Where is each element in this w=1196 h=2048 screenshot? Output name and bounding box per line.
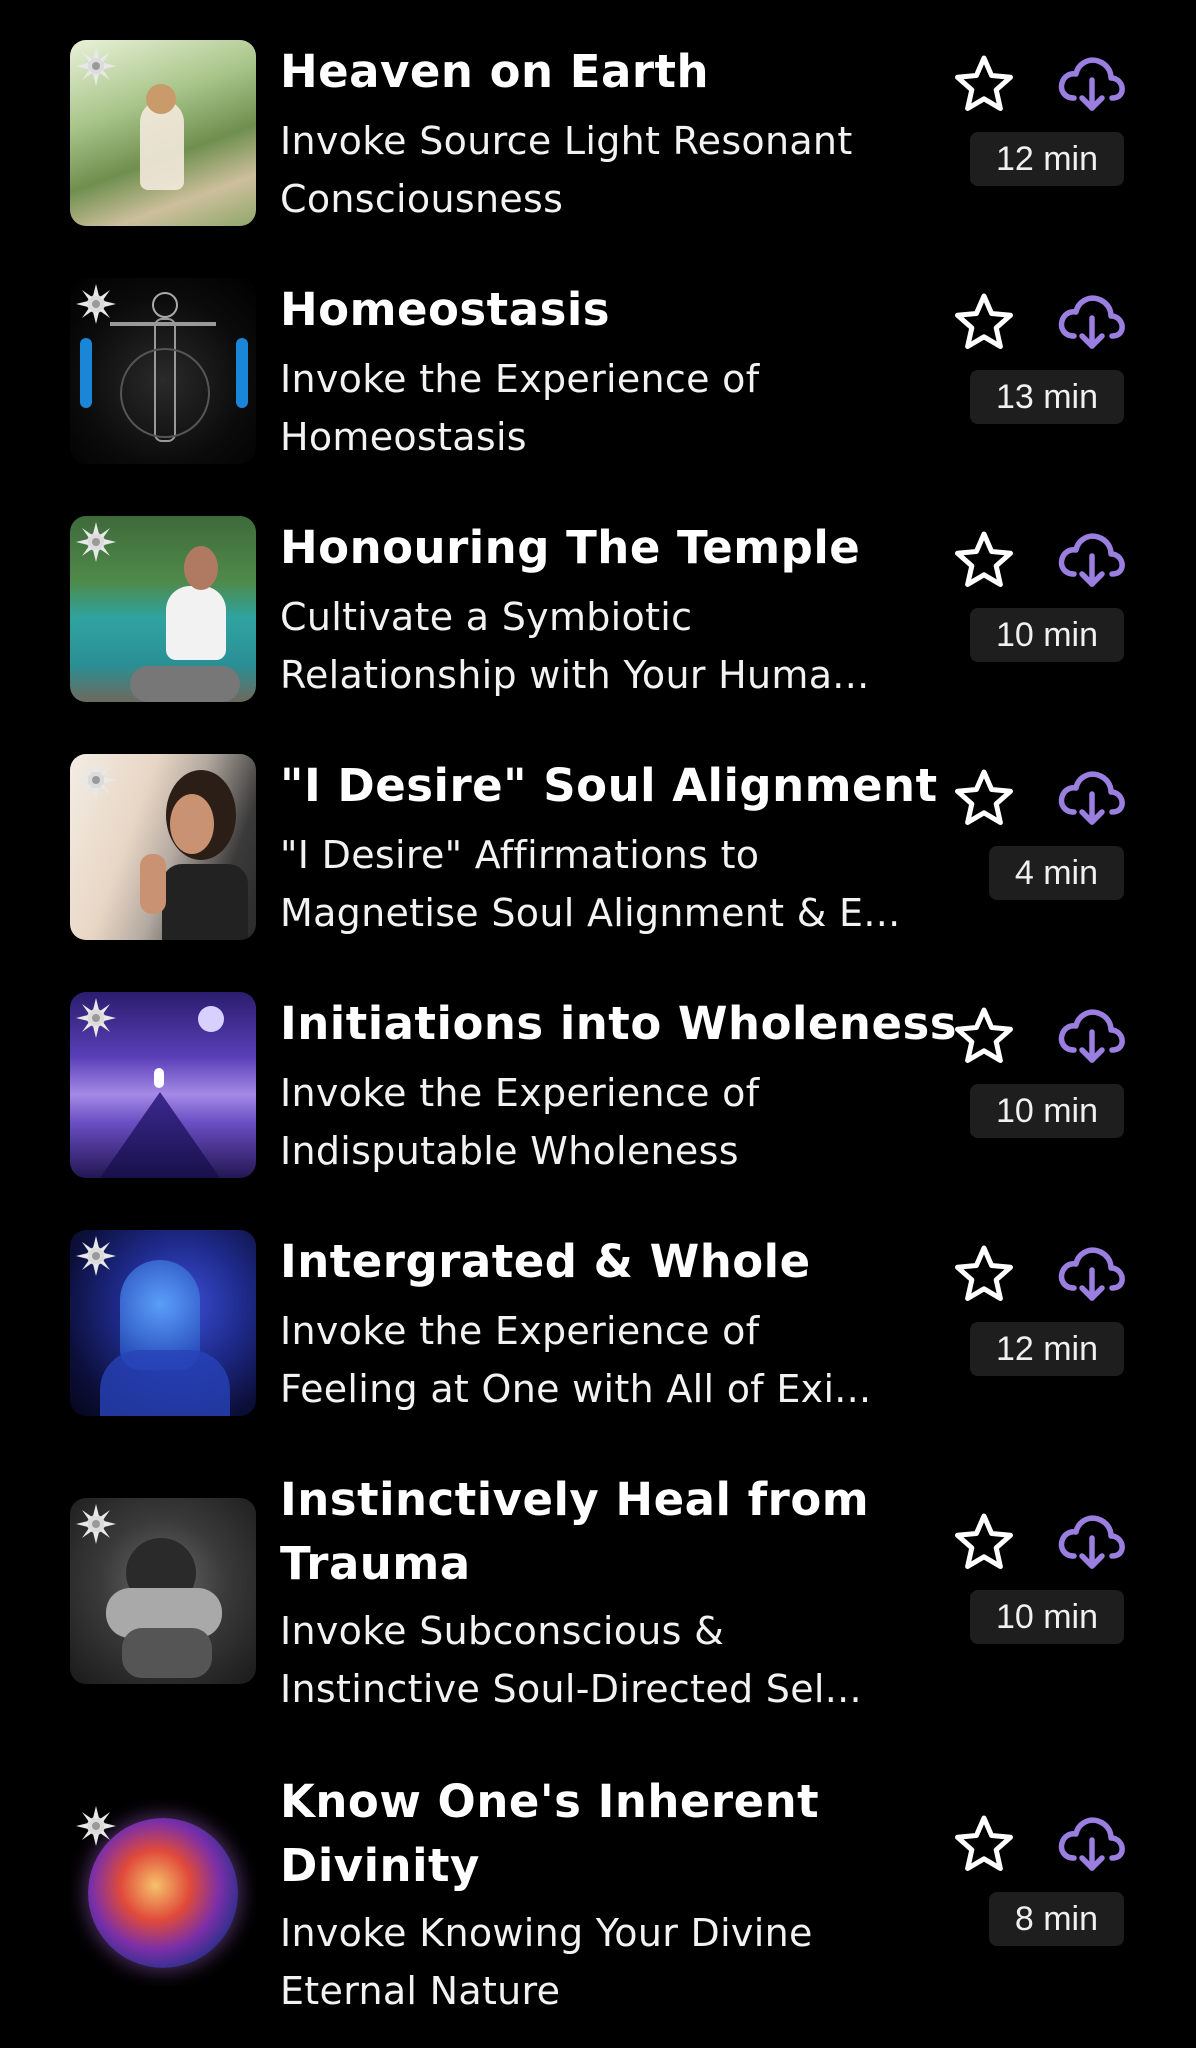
item-title-line: Instinctively Heal from bbox=[280, 1473, 870, 1526]
item-subtitle: "I Desire" Affirmations to Magnetise Sou… bbox=[280, 826, 940, 942]
item-subtitle-line: Consciousness bbox=[280, 177, 564, 221]
item-subtitle-line: "I Desire" Affirmations to bbox=[280, 833, 760, 877]
favorite-star-icon[interactable] bbox=[954, 1006, 1014, 1066]
download-cloud-icon[interactable] bbox=[1056, 52, 1126, 112]
item-subtitle-line: Magnetise Soul Alignment & E... bbox=[280, 891, 901, 935]
list-item[interactable]: Intergrated & Whole Invoke the Experienc… bbox=[0, 1230, 1196, 1420]
item-subtitle-line: Invoke Knowing Your Divine bbox=[280, 1911, 813, 1955]
thumbnail-image bbox=[70, 516, 256, 702]
item-subtitle: Invoke the Experience of Feeling at One … bbox=[280, 1302, 940, 1418]
thumbnail-image bbox=[70, 1800, 256, 1986]
item-subtitle-line: Relationship with Your Huma... bbox=[280, 653, 870, 697]
item-subtitle: Invoke Subconscious & Instinctive Soul-D… bbox=[280, 1602, 940, 1718]
list-item[interactable]: Know One's Inherent Divinity Invoke Know… bbox=[0, 1770, 1196, 2020]
download-cloud-icon[interactable] bbox=[1056, 528, 1126, 588]
thumbnail-image bbox=[70, 754, 256, 940]
item-subtitle-line: Invoke the Experience of bbox=[280, 1309, 760, 1353]
duration-badge: 10 min bbox=[969, 1084, 1124, 1138]
list-item[interactable]: Heaven on Earth Invoke Source Light Reso… bbox=[0, 40, 1196, 230]
item-subtitle-line: Indisputable Wholeness bbox=[280, 1129, 739, 1173]
badge-icon bbox=[76, 284, 116, 324]
item-subtitle-line: Cultivate a Symbiotic bbox=[280, 595, 693, 639]
download-cloud-icon[interactable] bbox=[1056, 290, 1126, 350]
item-subtitle-line: Invoke Source Light Resonant bbox=[280, 119, 853, 163]
favorite-star-icon[interactable] bbox=[954, 292, 1014, 352]
item-subtitle-line: Feeling at One with All of Exi... bbox=[280, 1367, 872, 1411]
duration-badge: 10 min bbox=[969, 608, 1124, 662]
item-subtitle-line: Instinctive Soul-Directed Sel... bbox=[280, 1667, 862, 1711]
item-title: Instinctively Heal from Trauma bbox=[280, 1468, 920, 1596]
badge-icon bbox=[76, 760, 116, 800]
thumbnail-image bbox=[70, 992, 256, 1178]
favorite-star-icon[interactable] bbox=[954, 1814, 1014, 1874]
item-title: Heaven on Earth bbox=[280, 45, 710, 98]
favorite-star-icon[interactable] bbox=[954, 54, 1014, 114]
badge-icon bbox=[76, 522, 116, 562]
thumbnail-image bbox=[70, 1230, 256, 1416]
list-item[interactable]: "I Desire" Soul Alignment "I Desire" Aff… bbox=[0, 754, 1196, 944]
download-cloud-icon[interactable] bbox=[1056, 766, 1126, 826]
item-title: Intergrated & Whole bbox=[280, 1235, 811, 1288]
favorite-star-icon[interactable] bbox=[954, 1512, 1014, 1572]
item-subtitle: Invoke Knowing Your Divine Eternal Natur… bbox=[280, 1904, 940, 2020]
item-title: "I Desire" Soul Alignment bbox=[280, 759, 938, 812]
list-item[interactable]: Honouring The Temple Cultivate a Symbiot… bbox=[0, 516, 1196, 706]
download-cloud-icon[interactable] bbox=[1056, 1510, 1126, 1570]
item-subtitle-line: Invoke Subconscious & bbox=[280, 1609, 725, 1653]
badge-icon bbox=[76, 1504, 116, 1544]
item-title: Initiations into Wholeness bbox=[280, 997, 958, 1050]
duration-badge: 8 min bbox=[988, 1892, 1124, 1946]
thumbnail-image bbox=[70, 1498, 256, 1684]
duration-badge: 4 min bbox=[988, 846, 1124, 900]
item-subtitle: Invoke the Experience of Homeostasis bbox=[280, 350, 940, 466]
item-title: Honouring The Temple bbox=[280, 521, 861, 574]
duration-badge: 12 min bbox=[969, 132, 1124, 186]
download-cloud-icon[interactable] bbox=[1056, 1812, 1126, 1872]
favorite-star-icon[interactable] bbox=[954, 530, 1014, 590]
item-title-line: Divinity bbox=[280, 1839, 480, 1892]
item-subtitle-line: Invoke the Experience of bbox=[280, 357, 760, 401]
item-subtitle: Invoke Source Light Resonant Consciousne… bbox=[280, 112, 940, 228]
duration-badge: 10 min bbox=[969, 1590, 1124, 1644]
badge-icon bbox=[76, 1236, 116, 1276]
list-item[interactable]: Initiations into Wholeness Invoke the Ex… bbox=[0, 992, 1196, 1182]
download-cloud-icon[interactable] bbox=[1056, 1242, 1126, 1302]
favorite-star-icon[interactable] bbox=[954, 768, 1014, 828]
list-item[interactable]: Homeostasis Invoke the Experience of Hom… bbox=[0, 278, 1196, 468]
badge-icon bbox=[76, 998, 116, 1038]
favorite-star-icon[interactable] bbox=[954, 1244, 1014, 1304]
item-title-line: Trauma bbox=[280, 1537, 471, 1590]
badge-icon bbox=[76, 1806, 116, 1846]
item-title: Know One's Inherent Divinity bbox=[280, 1770, 920, 1898]
duration-badge: 12 min bbox=[969, 1322, 1124, 1376]
item-subtitle-line: Homeostasis bbox=[280, 415, 527, 459]
item-subtitle-line: Eternal Nature bbox=[280, 1969, 561, 2013]
item-title: Homeostasis bbox=[280, 283, 611, 336]
list-item[interactable]: Instinctively Heal from Trauma Invoke Su… bbox=[0, 1468, 1196, 1718]
thumbnail-image bbox=[70, 40, 256, 226]
item-subtitle: Invoke the Experience of Indisputable Wh… bbox=[280, 1064, 940, 1180]
thumbnail-image bbox=[70, 278, 256, 464]
badge-icon bbox=[76, 46, 116, 86]
download-cloud-icon[interactable] bbox=[1056, 1004, 1126, 1064]
item-subtitle: Cultivate a Symbiotic Relationship with … bbox=[280, 588, 940, 704]
meditation-list: Heaven on Earth Invoke Source Light Reso… bbox=[0, 0, 1196, 2048]
item-title-line: Know One's Inherent bbox=[280, 1775, 820, 1828]
item-subtitle-line: Invoke the Experience of bbox=[280, 1071, 760, 1115]
duration-badge: 13 min bbox=[969, 370, 1124, 424]
